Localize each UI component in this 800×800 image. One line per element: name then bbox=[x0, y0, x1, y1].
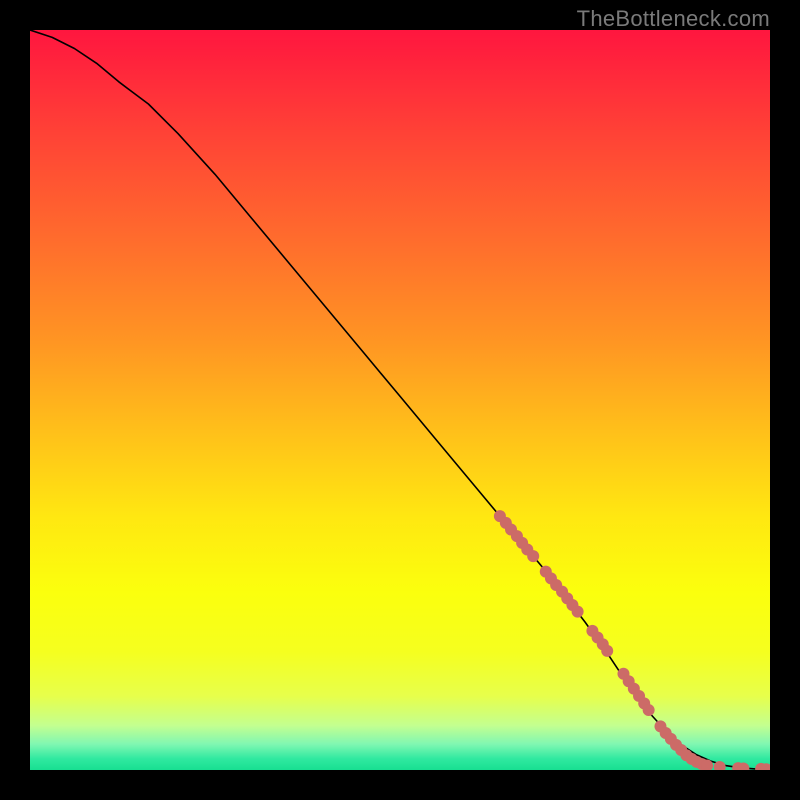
scatter-dot bbox=[643, 704, 655, 716]
chart-svg bbox=[30, 30, 770, 770]
gradient-background bbox=[30, 30, 770, 770]
scatter-dot bbox=[572, 606, 584, 618]
plot-area bbox=[30, 30, 770, 770]
watermark-text: TheBottleneck.com bbox=[577, 6, 770, 32]
scatter-dot bbox=[601, 645, 613, 657]
chart-container: TheBottleneck.com bbox=[0, 0, 800, 800]
scatter-dot bbox=[527, 550, 539, 562]
